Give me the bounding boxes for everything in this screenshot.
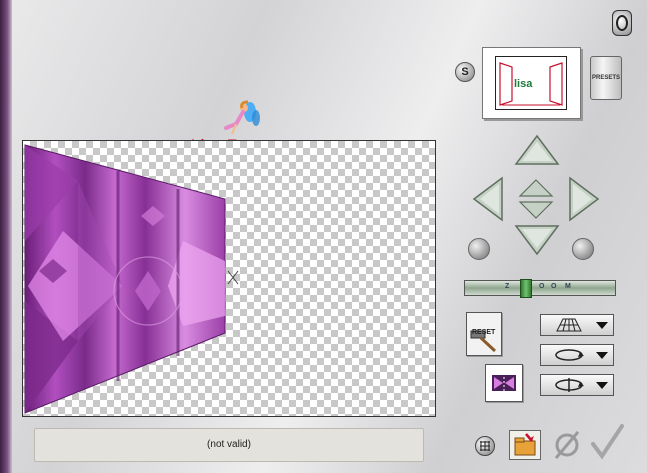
- flip-dropdown[interactable]: [540, 374, 614, 396]
- move-right-button[interactable]: [568, 176, 600, 222]
- settings-button[interactable]: S: [455, 62, 475, 82]
- status-bar: (not valid): [34, 428, 424, 462]
- perspective-dropdown[interactable]: [540, 314, 614, 336]
- small-arrow-up-icon: [518, 179, 554, 197]
- preview-canvas[interactable]: [22, 140, 436, 417]
- preview-graphic: lisa: [499, 62, 563, 106]
- checkmark-icon: [591, 424, 624, 460]
- grid-toggle-button[interactable]: [475, 436, 495, 456]
- status-text: (not valid): [207, 439, 251, 450]
- move-left-button[interactable]: [472, 176, 504, 222]
- grid-icon: [480, 441, 490, 451]
- rotate-right-button[interactable]: [572, 238, 594, 260]
- zoom-letter: O: [539, 283, 545, 290]
- zoom-slider[interactable]: Z O O M: [464, 279, 616, 298]
- arrow-right-icon: [569, 176, 600, 222]
- reset-label: RESET: [472, 329, 496, 336]
- arrow-up-icon: [514, 134, 560, 165]
- small-arrow-down-icon: [518, 201, 554, 219]
- rotation-dropdown[interactable]: [540, 344, 614, 366]
- zoom-letter: Z: [505, 283, 510, 290]
- chevron-down-icon: [596, 351, 608, 359]
- chevron-down-icon: [596, 381, 608, 389]
- mirror-icon: [492, 373, 516, 393]
- folder-icon: [514, 433, 536, 456]
- zoom-letter: M: [565, 283, 571, 290]
- preview-thumbnail: lisa: [495, 56, 567, 110]
- arrow-down-icon: [514, 225, 560, 256]
- scale-up-button[interactable]: [516, 178, 556, 198]
- fairy-icon: [224, 100, 260, 135]
- grid-plane-icon: [555, 318, 582, 332]
- cancel-button[interactable]: [552, 428, 582, 460]
- arrow-left-icon: [472, 176, 503, 222]
- horizontal-rotate-icon: [554, 349, 584, 361]
- svg-text:lisa: lisa: [514, 78, 533, 90]
- scale-down-button[interactable]: [516, 200, 556, 220]
- vertical-rotate-icon: [554, 378, 584, 392]
- mirror-button[interactable]: [485, 364, 523, 402]
- preset-preview[interactable]: lisa: [482, 47, 581, 119]
- move-up-button[interactable]: [514, 134, 560, 166]
- reset-button[interactable]: RESET: [466, 312, 502, 356]
- move-down-button[interactable]: [514, 224, 560, 256]
- presets-label: PRESETS: [591, 75, 620, 81]
- cancel-icon: [554, 431, 580, 459]
- zoom-slider-thumb[interactable]: [520, 279, 532, 298]
- zoom-letter: O: [551, 283, 557, 290]
- help-icon: [616, 15, 628, 31]
- load-image-button[interactable]: [509, 430, 541, 460]
- ok-button[interactable]: [590, 424, 624, 460]
- chevron-down-icon: [596, 321, 608, 329]
- filter-dialog: S lisa PRESETS Lisa T.: [12, 0, 647, 473]
- rotate-left-button[interactable]: [468, 238, 490, 260]
- help-button[interactable]: [612, 10, 632, 36]
- transformed-image: [24, 144, 239, 414]
- window-edge: [0, 0, 12, 473]
- presets-button[interactable]: PRESETS: [590, 56, 622, 100]
